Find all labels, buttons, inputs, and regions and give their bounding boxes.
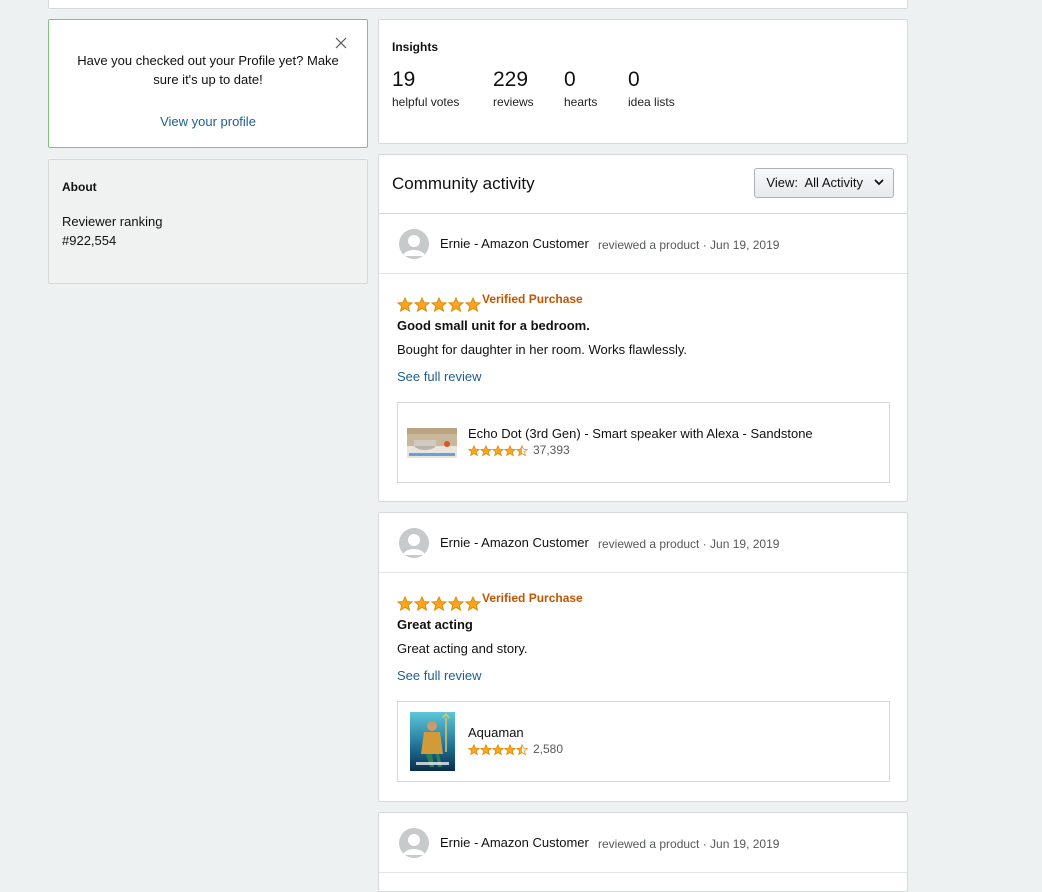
chevron-down-icon — [874, 179, 884, 186]
reviewer-ranking-label: Reviewer ranking — [62, 214, 163, 229]
activity-meta: reviewed a product · Jun 19, 2019 — [598, 837, 780, 851]
activity-header: Ernie - Amazon Customer reviewed a produ… — [379, 813, 907, 873]
star-icon — [516, 445, 528, 457]
activity-header: Ernie - Amazon Customer reviewed a produ… — [379, 214, 907, 274]
star-icon — [414, 596, 430, 612]
star-icon — [431, 297, 447, 313]
user-silhouette-icon — [399, 528, 429, 558]
star-icon — [504, 744, 516, 756]
review-title[interactable]: Good small unit for a bedroom. — [397, 318, 590, 333]
author-name[interactable]: Ernie - Amazon Customer — [440, 535, 589, 550]
activity-card: Ernie - Amazon Customer reviewed a produ… — [378, 213, 908, 502]
product-name[interactable]: Echo Dot (3rd Gen) - Smart speaker with … — [468, 426, 813, 441]
see-full-review-link[interactable]: See full review — [397, 369, 482, 384]
product-rating — [468, 744, 528, 756]
stat-reviews: 229 reviews — [493, 68, 534, 109]
stat-label: reviews — [493, 95, 534, 109]
star-icon — [397, 596, 413, 612]
activity-meta: reviewed a product · Jun 19, 2019 — [598, 537, 780, 551]
profile-prompt-message: Have you checked out your Profile yet? M… — [77, 53, 339, 87]
view-profile-link[interactable]: View your profile — [49, 114, 367, 129]
star-icon — [468, 744, 480, 756]
star-icon — [414, 297, 430, 313]
stat-label: idea lists — [628, 95, 675, 109]
star-icon — [431, 596, 447, 612]
verified-purchase-badge: Verified Purchase — [482, 292, 583, 306]
stat-value: 0 — [628, 68, 640, 91]
star-icon — [468, 445, 480, 457]
star-icon — [448, 297, 464, 313]
stat-value: 19 — [392, 68, 416, 91]
star-icon — [516, 744, 528, 756]
view-filter-dropdown[interactable]: View: All Activity — [754, 168, 894, 198]
avatar[interactable] — [399, 828, 429, 858]
about-card: About Reviewer ranking #922,554 — [48, 159, 368, 284]
activity-meta: reviewed a product · Jun 19, 2019 — [598, 238, 780, 252]
community-activity-title: Community activity — [392, 174, 535, 193]
community-activity-header: Community activity View: All Activity — [378, 154, 908, 214]
insights-card: Insights 19 helpful votes 229 reviews 0 … — [378, 19, 908, 144]
stat-value: 229 — [493, 68, 529, 91]
review-rating — [397, 297, 481, 313]
star-icon — [480, 445, 492, 457]
author-name[interactable]: Ernie - Amazon Customer — [440, 236, 589, 251]
stat-idea-lists: 0 idea lists — [628, 68, 675, 109]
star-icon — [397, 297, 413, 313]
avatar[interactable] — [399, 528, 429, 558]
view-filter-label: View: All Activity — [766, 175, 863, 190]
stat-value: 0 — [564, 68, 576, 91]
reviewer-ranking-value: #922,554 — [62, 233, 117, 248]
profile-prompt-card: Have you checked out your Profile yet? M… — [48, 19, 368, 148]
stat-label: helpful votes — [392, 95, 460, 109]
review-body: Great acting and story. — [397, 641, 528, 656]
verified-purchase-badge: Verified Purchase — [482, 591, 583, 605]
avatar[interactable] — [399, 229, 429, 259]
user-silhouette-icon — [399, 229, 429, 259]
close-icon[interactable] — [334, 36, 348, 50]
star-icon — [492, 744, 504, 756]
review-body: Bought for daughter in her room. Works f… — [397, 342, 687, 357]
product-rating-count[interactable]: 2,580 — [533, 742, 563, 756]
star-icon — [448, 596, 464, 612]
see-full-review-link[interactable]: See full review — [397, 668, 482, 683]
previous-card-edge — [48, 0, 908, 9]
stat-label: hearts — [564, 95, 598, 109]
review-title[interactable]: Great acting — [397, 617, 473, 632]
product-card[interactable]: Echo Dot (3rd Gen) - Smart speaker with … — [397, 402, 890, 483]
user-silhouette-icon — [399, 828, 429, 858]
star-icon — [504, 445, 516, 457]
star-icon — [465, 297, 481, 313]
star-icon — [480, 744, 492, 756]
product-rating — [468, 445, 528, 457]
star-icon — [492, 445, 504, 457]
activity-header: Ernie - Amazon Customer reviewed a produ… — [379, 513, 907, 573]
activity-card: Ernie - Amazon Customer reviewed a produ… — [378, 512, 908, 802]
star-icon — [465, 596, 481, 612]
stat-helpful-votes: 19 helpful votes — [392, 68, 459, 109]
about-heading: About — [62, 180, 97, 194]
product-thumbnail[interactable] — [410, 712, 455, 771]
product-thumbnail[interactable] — [407, 428, 457, 458]
review-rating — [397, 596, 481, 612]
product-name[interactable]: Aquaman — [468, 725, 524, 740]
product-rating-count[interactable]: 37,393 — [533, 443, 570, 457]
product-card[interactable]: Aquaman 2,580 — [397, 701, 890, 782]
author-name[interactable]: Ernie - Amazon Customer — [440, 835, 589, 850]
insights-heading: Insights — [392, 40, 439, 54]
stat-hearts: 0 hearts — [564, 68, 597, 109]
activity-card: Ernie - Amazon Customer reviewed a produ… — [378, 812, 908, 892]
